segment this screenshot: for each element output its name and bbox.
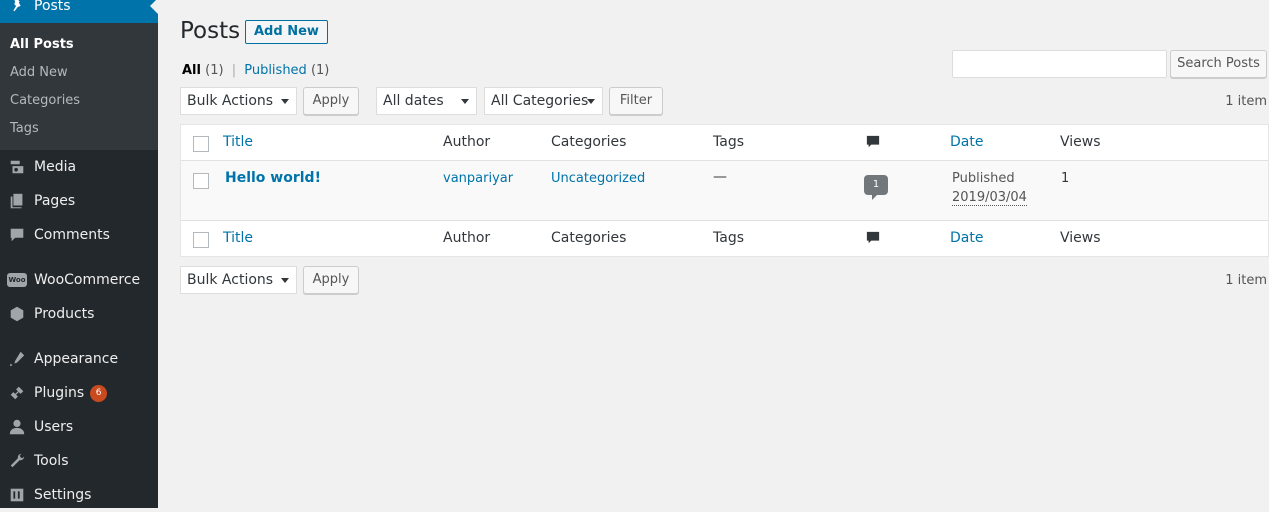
post-date-status: Published — [952, 171, 1015, 186]
post-author-link[interactable]: vanpariyar — [443, 171, 513, 186]
items-count-top: 1 item — [1225, 94, 1267, 109]
menu-products[interactable]: Products — [0, 297, 158, 331]
post-title-link[interactable]: Hello world! — [225, 170, 321, 186]
menu-plugins[interactable]: Plugins 6 — [0, 376, 158, 410]
column-author-footer: Author — [443, 230, 491, 246]
users-icon — [0, 418, 34, 436]
column-date-sort[interactable]: Date — [950, 134, 983, 150]
woocommerce-logo: Woo — [7, 273, 27, 287]
post-views: 1 — [1061, 171, 1070, 186]
column-categories: Categories — [551, 134, 627, 150]
search-input[interactable] — [952, 50, 1167, 78]
menu-comments[interactable]: Comments — [0, 218, 158, 252]
admin-sidebar: Posts All Posts Add New Categories Tags … — [0, 0, 158, 508]
menu-posts[interactable]: Posts — [0, 0, 158, 23]
dates-filter-select[interactable]: All dates — [376, 87, 477, 115]
pushpin-icon — [0, 0, 34, 15]
bulk-actions-select-top[interactable]: Bulk Actions — [180, 87, 297, 115]
post-status-views: All (1) | Published (1) — [182, 63, 329, 78]
comments-column-icon[interactable] — [866, 135, 880, 153]
menu-pages[interactable]: Pages — [0, 184, 158, 218]
column-author: Author — [443, 134, 491, 150]
comments-icon — [0, 226, 34, 244]
woocommerce-icon: Woo — [0, 273, 34, 287]
menu-users[interactable]: Users — [0, 410, 158, 444]
column-categories-footer: Categories — [551, 230, 627, 246]
column-tags-footer: Tags — [713, 230, 744, 246]
submenu-all-posts[interactable]: All Posts — [10, 37, 74, 52]
products-icon — [0, 305, 34, 323]
plugins-update-badge: 6 — [90, 384, 108, 402]
column-title-sort[interactable]: Title — [223, 134, 253, 150]
apply-button-top[interactable]: Apply — [303, 87, 359, 115]
tools-icon — [0, 452, 34, 470]
settings-icon — [0, 486, 34, 504]
view-separator: | — [231, 63, 237, 78]
menu-label: WooCommerce — [34, 272, 141, 288]
menu-media[interactable]: Media — [0, 150, 158, 184]
post-category-link[interactable]: Uncategorized — [551, 171, 645, 186]
categories-filter-select[interactable]: All Categories — [484, 87, 603, 115]
post-tags: — — [713, 169, 727, 185]
table-header-row: Title Author Categories Tags Date Views — [181, 125, 1268, 161]
submenu-add-new[interactable]: Add New — [10, 65, 68, 80]
plugins-icon — [0, 384, 34, 402]
media-icon — [0, 158, 34, 176]
view-published-link[interactable]: Published — [244, 63, 307, 78]
submenu-tags[interactable]: Tags — [10, 121, 39, 136]
menu-label: Media — [34, 159, 77, 175]
main-content: Posts Add New All (1) | Published (1) Se… — [158, 0, 1269, 508]
menu-tools[interactable]: Tools — [0, 444, 158, 478]
view-all-count: (1) — [205, 63, 224, 78]
items-count-bottom: 1 item — [1225, 273, 1267, 288]
bulk-actions-select-bottom[interactable]: Bulk Actions — [180, 266, 297, 294]
menu-label: Appearance — [34, 351, 119, 367]
menu-woocommerce[interactable]: Woo WooCommerce — [0, 263, 158, 297]
view-published-count: (1) — [310, 63, 330, 78]
comments-column-icon-footer[interactable] — [866, 231, 880, 249]
menu-label: Users — [34, 419, 74, 435]
menu-appearance[interactable]: Appearance — [0, 342, 158, 376]
menu-label: Pages — [34, 193, 76, 209]
comment-count-bubble[interactable]: 1 — [864, 175, 888, 200]
column-views-footer: Views — [1060, 230, 1101, 246]
posts-submenu: All Posts Add New Categories Tags — [0, 23, 158, 150]
table-row: Hello world! vanpariyar Uncategorized — … — [181, 161, 1268, 221]
current-menu-arrow — [150, 0, 158, 14]
column-tags: Tags — [713, 134, 744, 150]
menu-settings[interactable]: Settings — [0, 478, 158, 512]
view-all-link[interactable]: All — [182, 63, 201, 78]
select-all-checkbox-footer[interactable] — [193, 232, 209, 248]
menu-label: Comments — [34, 227, 110, 243]
submenu-categories[interactable]: Categories — [10, 93, 80, 108]
select-all-checkbox[interactable] — [193, 136, 209, 152]
row-checkbox[interactable] — [193, 173, 209, 189]
table-footer-row: Title Author Categories Tags Date Views — [181, 221, 1268, 257]
column-views: Views — [1060, 134, 1101, 150]
post-date: 2019/03/04 — [952, 190, 1027, 206]
column-date-sort-footer[interactable]: Date — [950, 230, 983, 246]
posts-table: Title Author Categories Tags Date Views … — [180, 124, 1269, 257]
appearance-icon — [0, 350, 34, 368]
menu-label: Posts — [34, 0, 71, 14]
menu-label: Plugins — [34, 385, 85, 401]
search-posts-button[interactable]: Search Posts — [1170, 50, 1267, 78]
add-new-button[interactable]: Add New — [245, 20, 328, 44]
menu-label: Products — [34, 306, 95, 322]
menu-label: Settings — [34, 487, 92, 503]
menu-label: Tools — [34, 453, 69, 469]
apply-button-bottom[interactable]: Apply — [303, 266, 359, 294]
filter-button[interactable]: Filter — [609, 87, 663, 115]
page-title: Posts — [180, 18, 241, 44]
pages-icon — [0, 192, 34, 210]
column-title-sort-footer[interactable]: Title — [223, 230, 253, 246]
